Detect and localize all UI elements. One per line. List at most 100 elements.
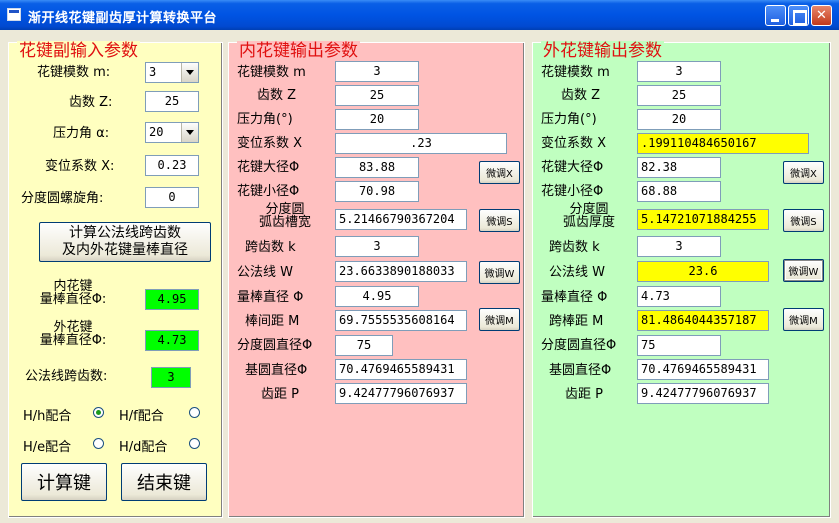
chevron-down-icon[interactable] — [181, 123, 198, 142]
outer-span-label: 跨齿数 k — [549, 240, 600, 255]
inner-adjust-m-button[interactable]: 微调M — [479, 308, 520, 331]
shift-label: 变位系数 X: — [45, 159, 115, 174]
fit-radio-hf[interactable]: H/f配合 — [119, 405, 205, 424]
outer-pressure-label: 压力角(°) — [541, 112, 597, 127]
radio-icon[interactable] — [93, 438, 104, 449]
outer-minor-label: 花键小径Φ — [541, 184, 604, 199]
outer-rod-value: 4.73 — [145, 330, 199, 351]
span-teeth-label: 公法线跨齿数: — [25, 369, 108, 384]
inner-adjust-x-button[interactable]: 微调X — [479, 161, 520, 184]
radio-icon[interactable] — [189, 407, 200, 418]
outer-rod-label: 量棒直径 Φ — [541, 290, 608, 305]
outer-spline-panel: 外花键输出参数 花键模数 m 3 齿数 Z 25 压力角(°) 20 变位系数 … — [532, 41, 831, 518]
outer-pitch-value: 9.42477796076937 — [637, 383, 769, 404]
input-panel-title: 花键副输入参数 — [17, 41, 140, 61]
outer-wk-value: 23.6 — [637, 261, 769, 282]
outer-span-value: 3 — [637, 236, 721, 257]
module-label: 花键模数 m: — [37, 65, 111, 80]
module-select-value: 3 — [149, 65, 157, 79]
close-icon[interactable]: ✕ — [811, 5, 832, 26]
inner-minor-value: 70.98 — [335, 181, 419, 202]
outer-adjust-w-button[interactable]: 微调W — [783, 259, 824, 282]
inner-rod-label: 量棒直径 Φ — [237, 290, 304, 305]
inner-spline-panel: 内花键输出参数 花键模数 m 3 齿数 Z 25 压力角(°) 20 变位系数 … — [228, 41, 525, 518]
inner-rod-label: 内花键 量棒直径Φ: — [33, 280, 113, 306]
inner-pitch-dia-label: 分度圆直径Φ — [237, 338, 313, 353]
chevron-down-icon[interactable] — [181, 63, 198, 82]
radio-icon[interactable] — [189, 438, 200, 449]
inner-adjust-s-button[interactable]: 微调S — [479, 209, 520, 232]
inner-space-label: 分度圆 弧齿槽宽 — [241, 203, 329, 229]
exit-button[interactable]: 结束键 — [121, 463, 207, 501]
calc-span-button-line1: 计算公法线跨齿数 — [69, 225, 181, 241]
inner-shift-label: 变位系数 X — [237, 136, 303, 151]
input-panel: 花键副输入参数 花键模数 m: 3 齿数 Z: 25 压力角 α: 20 变位系… — [8, 41, 223, 518]
inner-rod-value: 4.95 — [145, 289, 199, 310]
outer-span-m-label: 跨棒距 M — [549, 314, 604, 329]
fit-radio-hd[interactable]: H/d配合 — [119, 436, 205, 455]
inner-minor-label: 花键小径Φ — [237, 184, 300, 199]
outer-wk-label: 公法线 W — [549, 265, 605, 280]
inner-span-value: 3 — [335, 236, 419, 257]
inner-between-value: 69.7555535608164 — [335, 310, 467, 331]
outer-major-value: 82.38 — [637, 157, 721, 178]
outer-rod-label: 外花键 量棒直径Φ: — [33, 321, 113, 347]
inner-shift-value: .23 — [335, 133, 507, 154]
inner-major-value: 83.88 — [335, 157, 419, 178]
outer-minor-value: 68.88 — [637, 181, 721, 202]
minimize-icon[interactable] — [765, 5, 786, 26]
outer-adjust-x-button[interactable]: 微调X — [783, 161, 824, 184]
maximize-icon[interactable] — [788, 5, 809, 26]
inner-teeth-label: 齿数 Z — [257, 88, 297, 103]
inner-base-dia-label: 基圆直径Φ — [245, 363, 308, 378]
inner-rod-output: 4.95 — [335, 286, 419, 307]
helix-input[interactable]: 0 — [145, 187, 199, 208]
inner-base-dia-value: 70.4769465589431 — [335, 359, 467, 380]
outer-adjust-s-button[interactable]: 微调S — [783, 209, 824, 232]
outer-rod-output: 4.73 — [637, 286, 721, 307]
helix-label: 分度圆螺旋角: — [21, 191, 104, 206]
title-bar: 渐开线花键副齿厚计算转换平台 ✕ — [0, 0, 839, 30]
inner-module-value: 3 — [335, 61, 419, 82]
outer-span-m-value: 81.4864044357187 — [637, 310, 769, 331]
outer-pressure-value: 20 — [637, 109, 721, 130]
inner-pressure-value: 20 — [335, 109, 419, 130]
outer-shift-label: 变位系数 X — [541, 136, 607, 151]
inner-panel-title: 内花键输出参数 — [237, 41, 360, 61]
fit-radio-hd-label: H/d配合 — [119, 440, 168, 455]
outer-rod-label-line2: 量棒直径Φ: — [39, 333, 107, 348]
teeth-input[interactable]: 25 — [145, 91, 199, 112]
pressure-angle-select[interactable]: 20 — [145, 122, 199, 143]
inner-module-label: 花键模数 m — [237, 65, 306, 80]
fit-radio-hh[interactable]: H/h配合 — [23, 405, 109, 424]
outer-base-dia-value: 70.4769465589431 — [637, 359, 769, 380]
inner-pitch-label: 齿距 P — [261, 387, 299, 402]
shift-input[interactable]: 0.23 — [145, 155, 199, 176]
calc-span-button[interactable]: 计算公法线跨齿数 及内外花键量棒直径 — [39, 222, 211, 262]
inner-space-value: 5.21466790367204 — [335, 209, 467, 230]
radio-selected-icon[interactable] — [93, 407, 104, 418]
inner-pitch-value: 9.42477796076937 — [335, 383, 467, 404]
outer-adjust-m-button[interactable]: 微调M — [783, 308, 824, 331]
inner-rod-label-line2: 量棒直径Φ: — [39, 292, 107, 307]
teeth-label: 齿数 Z: — [69, 95, 113, 110]
outer-pitch-dia-label: 分度圆直径Φ — [541, 338, 617, 353]
inner-pressure-label: 压力角(°) — [237, 112, 293, 127]
inner-wk-label: 公法线 W — [237, 265, 293, 280]
inner-space-label-line2: 弧齿槽宽 — [258, 215, 311, 230]
outer-panel-title: 外花键输出参数 — [541, 41, 664, 61]
inner-pitch-dia-value: 75 — [335, 335, 393, 356]
compute-button[interactable]: 计算键 — [21, 463, 107, 501]
window-title: 渐开线花键副齿厚计算转换平台 — [28, 11, 218, 26]
inner-adjust-w-button[interactable]: 微调W — [479, 261, 520, 284]
outer-shift-value: .199110484650167 — [637, 133, 809, 154]
outer-thick-label: 分度圆 弧齿厚度 — [545, 203, 633, 229]
outer-thick-label-line2: 弧齿厚度 — [562, 215, 615, 230]
pressure-angle-select-value: 20 — [149, 125, 164, 139]
outer-teeth-label: 齿数 Z — [561, 88, 601, 103]
app-icon[interactable] — [7, 8, 21, 21]
module-select[interactable]: 3 — [145, 62, 199, 83]
span-teeth-value: 3 — [151, 367, 191, 388]
outer-thick-value: 5.14721071884255 — [637, 209, 769, 230]
fit-radio-he[interactable]: H/e配合 — [23, 436, 109, 455]
